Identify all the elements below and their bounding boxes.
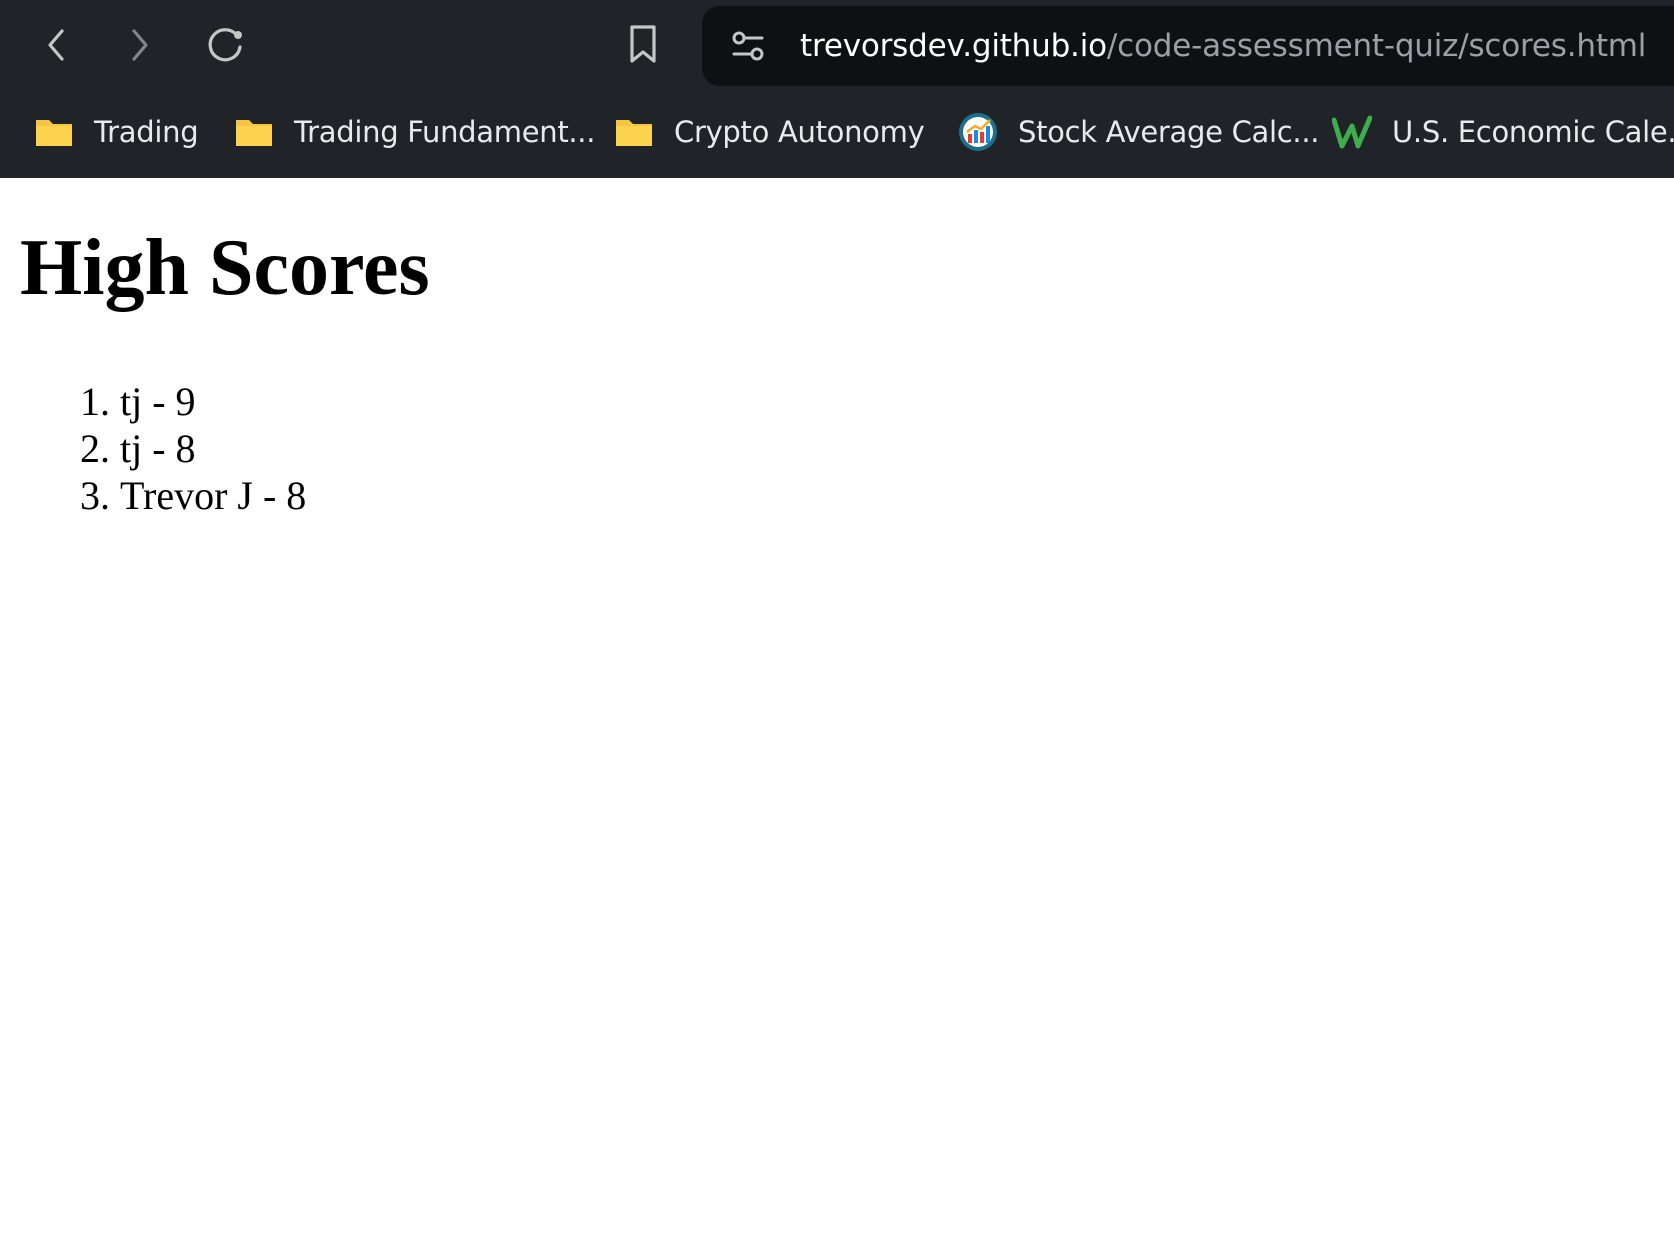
back-arrow-icon [48, 29, 64, 61]
score-item: Trevor J - 8 [120, 472, 306, 519]
bookmark-page-button[interactable] [617, 19, 669, 71]
browser-chrome: trevorsdev.github.io/code-assessment-qui… [0, 0, 1674, 178]
url-text[interactable]: trevorsdev.github.io/code-assessment-qui… [800, 6, 1646, 86]
bookmark-label: U.S. Economic Cale... [1392, 115, 1674, 149]
bookmarks-bar: Trading Trading Fundament... Crypto Auto… [0, 90, 1674, 178]
url-path: /code-assessment-quiz/scores.html [1106, 28, 1647, 64]
bookmark-icon [630, 25, 656, 63]
back-button[interactable] [30, 19, 82, 71]
bookmark-label: Crypto Autonomy [674, 115, 925, 149]
bookmark-us-economic-calendar[interactable]: U.S. Economic Cale... [1332, 108, 1674, 156]
bookmark-stock-average-calc[interactable]: Stock Average Calc... [958, 108, 1319, 156]
forward-arrow-icon [132, 29, 148, 61]
w-favicon-icon [1332, 115, 1372, 149]
reload-button[interactable] [200, 19, 252, 71]
reload-icon [208, 28, 242, 62]
bookmark-crypto-autonomy[interactable]: Crypto Autonomy [614, 108, 925, 156]
score-item: tj - 8 [120, 425, 306, 472]
bookmark-trading[interactable]: Trading [34, 108, 199, 156]
bookmark-trading-fundamentals[interactable]: Trading Fundament... [234, 108, 595, 156]
forward-button[interactable] [114, 19, 166, 71]
chart-favicon-icon [959, 113, 997, 151]
folder-icon [616, 120, 652, 146]
folder-icon [36, 120, 72, 146]
bookmark-label: Stock Average Calc... [1018, 115, 1320, 149]
page-content: High Scores tj - 9 tj - 8 Trevor J - 8 [0, 178, 1674, 1240]
folder-icon [236, 120, 272, 146]
bookmark-label: Trading Fundament... [294, 115, 596, 149]
page-title: High Scores [20, 224, 430, 312]
url-host: trevorsdev.github.io [800, 28, 1107, 64]
browser-toolbar: trevorsdev.github.io/code-assessment-qui… [0, 0, 1674, 90]
bookmark-label: Trading [94, 115, 199, 149]
site-settings-icon[interactable] [728, 26, 768, 66]
address-bar[interactable]: trevorsdev.github.io/code-assessment-qui… [702, 6, 1674, 86]
scores-list: tj - 9 tj - 8 Trevor J - 8 [78, 378, 306, 519]
score-item: tj - 9 [120, 378, 306, 425]
